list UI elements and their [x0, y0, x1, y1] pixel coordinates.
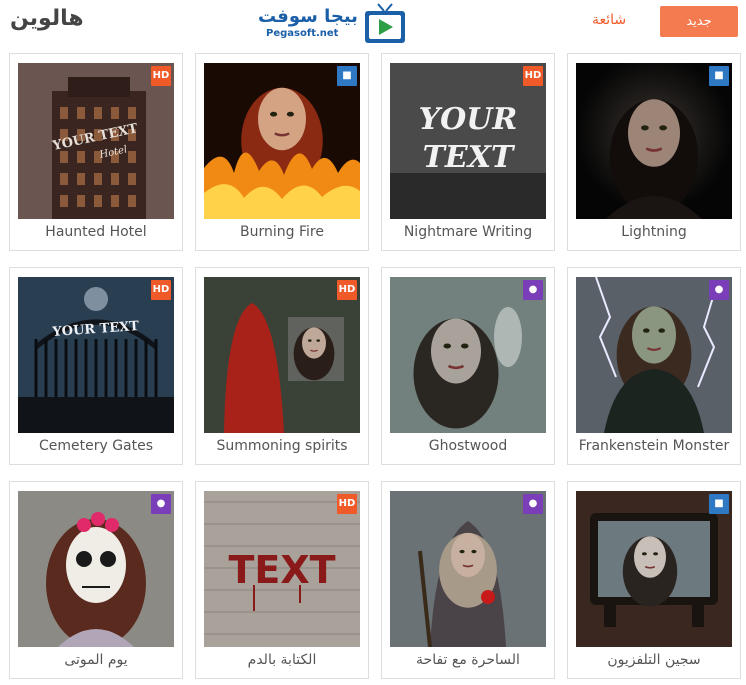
- effect-card[interactable]: ● يوم الموتى: [9, 481, 183, 679]
- effect-thumbnail[interactable]: HD: [204, 277, 360, 433]
- logo[interactable]: بيجا سوفت Pegasoft.net: [258, 2, 408, 46]
- effect-thumbnail[interactable]: ●: [390, 277, 546, 433]
- user-icon: ●: [151, 494, 171, 514]
- effect-card[interactable]: ■ Lightning: [567, 53, 741, 251]
- effect-label: الساحرة مع تفاحة: [416, 652, 520, 668]
- hd-badge: HD: [337, 280, 357, 300]
- effect-label: يوم الموتى: [64, 652, 128, 668]
- effect-thumbnail[interactable]: ●: [576, 277, 732, 433]
- tab-new[interactable]: جديد: [660, 6, 738, 37]
- logo-text: بيجا سوفت: [258, 6, 358, 27]
- effect-card[interactable]: TEXT HD الكتابة بالدم: [195, 481, 369, 679]
- effect-card[interactable]: ● Frankenstein Monster: [567, 267, 741, 465]
- effect-thumbnail[interactable]: ■: [576, 491, 732, 647]
- thumb-text: TEXT: [228, 548, 335, 592]
- effect-card[interactable]: YOUR TEXT Hotel HD Haunted Hotel: [9, 53, 183, 251]
- effect-card[interactable]: ● Ghostwood: [381, 267, 555, 465]
- effect-label: Summoning spirits: [216, 438, 348, 454]
- video-camera-icon: ■: [337, 66, 357, 86]
- effect-card[interactable]: YOUR TEXT HD Nightmare Writing: [381, 53, 555, 251]
- effect-card[interactable]: HD Summoning spirits: [195, 267, 369, 465]
- effect-label: الكتابة بالدم: [247, 652, 317, 668]
- hd-badge: HD: [151, 280, 171, 300]
- effect-card[interactable]: ■ سجين التلفزيون: [567, 481, 741, 679]
- effect-thumbnail[interactable]: YOUR TEXT HD: [18, 277, 174, 433]
- tab-popular[interactable]: شائعة: [592, 12, 626, 28]
- user-icon: ●: [523, 494, 543, 514]
- effect-label: Burning Fire: [240, 224, 324, 240]
- effect-thumbnail[interactable]: ●: [390, 491, 546, 647]
- effect-thumbnail[interactable]: ■: [576, 63, 732, 219]
- effect-card[interactable]: ● الساحرة مع تفاحة: [381, 481, 555, 679]
- logo-subtitle: Pegasoft.net: [266, 28, 339, 39]
- effect-card[interactable]: ■ Burning Fire: [195, 53, 369, 251]
- hd-badge: HD: [151, 66, 171, 86]
- video-camera-icon: ■: [709, 66, 729, 86]
- effect-label: Nightmare Writing: [403, 224, 533, 240]
- thumb-text: TEXT: [423, 140, 516, 175]
- effect-thumbnail[interactable]: TEXT HD: [204, 491, 360, 647]
- page-title: هالوين: [10, 6, 84, 31]
- hd-badge: HD: [337, 494, 357, 514]
- video-camera-icon: ■: [709, 494, 729, 514]
- effect-thumbnail[interactable]: YOUR TEXT Hotel HD: [18, 63, 174, 219]
- effect-label: Cemetery Gates: [38, 438, 154, 454]
- user-icon: ●: [709, 280, 729, 300]
- effect-thumbnail[interactable]: YOUR TEXT HD: [390, 63, 546, 219]
- effect-thumbnail[interactable]: ■: [204, 63, 360, 219]
- effect-thumbnail[interactable]: ●: [18, 491, 174, 647]
- effect-label: Lightning: [621, 224, 687, 240]
- effect-label: Ghostwood: [428, 438, 508, 454]
- effect-label: Haunted Hotel: [45, 224, 147, 240]
- tv-play-icon: [362, 2, 408, 46]
- thumb-text: YOUR: [419, 102, 518, 137]
- effect-card[interactable]: YOUR TEXT HD Cemetery Gates: [9, 267, 183, 465]
- user-icon: ●: [523, 280, 543, 300]
- header: هالوين بيجا سوفت Pegasoft.net شائعة جديد: [0, 0, 746, 46]
- effect-label: Frankenstein Monster: [578, 438, 730, 454]
- effect-label: سجين التلفزيون: [607, 652, 701, 668]
- hd-badge: HD: [523, 66, 543, 86]
